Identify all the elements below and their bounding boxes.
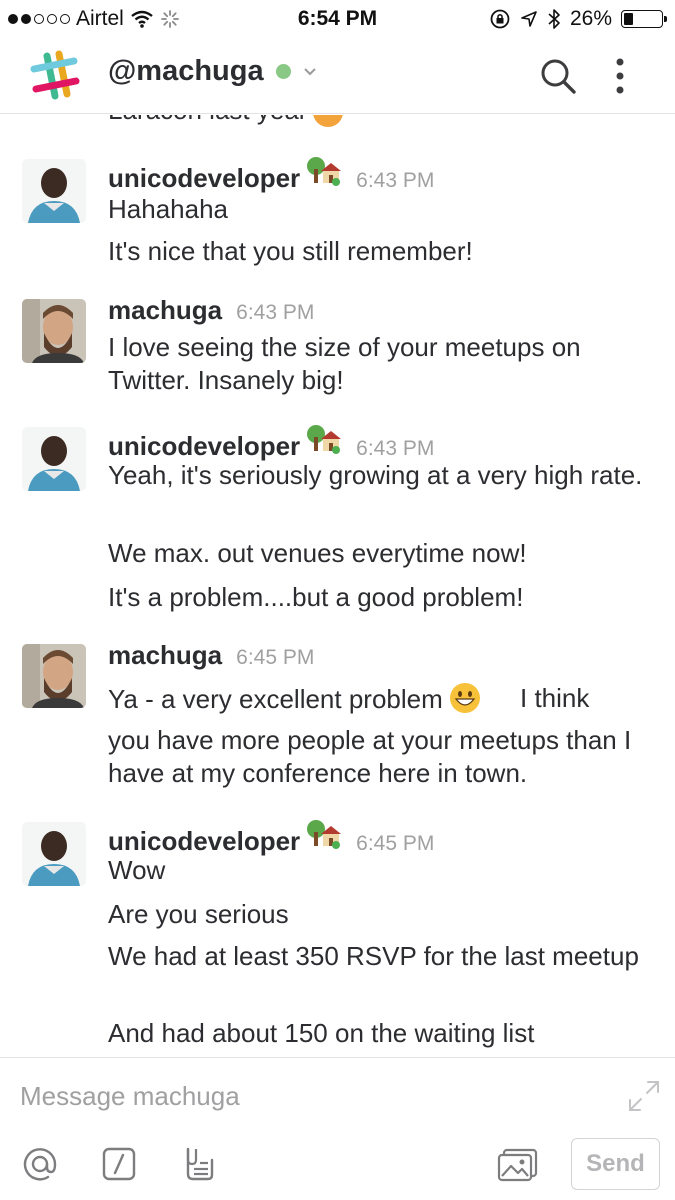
message-text: And had about 150 on the waiting list: [108, 1018, 535, 1048]
message-list[interactable]: Laracon last year unicodeveloper 6:43 PM…: [0, 115, 675, 1057]
sender-name[interactable]: machuga: [108, 640, 222, 671]
grinning-face-icon: [449, 683, 480, 713]
avatar[interactable]: [22, 159, 86, 223]
channel-name[interactable]: @machuga: [108, 55, 264, 88]
house-with-garden-icon: [307, 425, 342, 454]
timestamp: 6:43 PM: [356, 169, 435, 192]
battery-percent: 26%: [569, 7, 612, 30]
timestamp: 6:45 PM: [356, 832, 435, 855]
avatar[interactable]: [22, 299, 86, 363]
status-right: 26%: [489, 7, 667, 31]
sender-name[interactable]: unicodeveloper: [108, 431, 300, 462]
avatar[interactable]: [22, 822, 86, 886]
timestamp: 6:43 PM: [356, 437, 435, 460]
message-meta: machuga 6:45 PM: [108, 640, 314, 671]
message-meta: unicodeveloper 6:43 PM: [108, 423, 434, 462]
message-text: Wow: [108, 855, 166, 885]
message-input[interactable]: [20, 1076, 600, 1116]
sender-name[interactable]: unicodeveloper: [108, 163, 300, 194]
message-text: Yeah, it's seriously growing at a very h…: [108, 460, 643, 490]
message-text: Hahahaha: [108, 194, 228, 224]
sender-name[interactable]: machuga: [108, 295, 222, 326]
at-mention-icon[interactable]: [22, 1146, 58, 1182]
cut-off-message: Laracon last year: [108, 115, 344, 128]
bluetooth-icon: [548, 9, 560, 29]
message-text: We max. out venues everytime now!: [108, 538, 527, 568]
more-vertical-icon[interactable]: [604, 56, 636, 96]
message-meta: unicodeveloper 6:45 PM: [108, 818, 434, 857]
search-icon[interactable]: [538, 56, 578, 96]
status-bar: Airtel 6:54 PM 26%: [0, 0, 675, 38]
avatar[interactable]: [22, 427, 86, 491]
sender-name[interactable]: unicodeveloper: [108, 826, 300, 857]
message-text: you have more people at your meetups tha…: [108, 725, 632, 788]
channel-header: @machuga: [0, 38, 675, 114]
location-icon: [521, 11, 537, 27]
file-icon[interactable]: [180, 1146, 216, 1182]
chevron-down-icon[interactable]: [303, 67, 317, 77]
message-text: We had at least 350 RSVP for the last me…: [108, 941, 639, 971]
timestamp: 6:43 PM: [236, 301, 315, 324]
expand-icon[interactable]: [626, 1078, 662, 1114]
slash-command-icon[interactable]: [101, 1146, 137, 1182]
presence-indicator: [275, 64, 291, 79]
message-text: Are you serious: [108, 899, 289, 929]
slack-logo-icon[interactable]: [28, 50, 80, 102]
message-meta: unicodeveloper 6:43 PM: [108, 155, 434, 194]
message-text: It's a problem....but a good problem!: [108, 582, 524, 612]
emoji-icon: [313, 115, 344, 128]
message-text: It's nice that you still remember!: [108, 236, 473, 266]
message-meta: machuga 6:43 PM: [108, 295, 314, 326]
send-button[interactable]: Send: [571, 1138, 660, 1190]
message-composer: Send: [0, 1057, 675, 1200]
channel-title[interactable]: @machuga: [108, 55, 317, 88]
house-with-garden-icon: [307, 157, 342, 186]
message-text: I love seeing the size of your meetups o…: [108, 332, 581, 395]
timestamp: 6:45 PM: [236, 646, 315, 669]
orientation-lock-icon: [490, 9, 510, 29]
message-text: I think: [520, 683, 590, 713]
battery-icon: [621, 10, 667, 28]
photo-icon[interactable]: [496, 1146, 540, 1182]
avatar[interactable]: [22, 644, 86, 708]
house-with-garden-icon: [307, 820, 342, 849]
